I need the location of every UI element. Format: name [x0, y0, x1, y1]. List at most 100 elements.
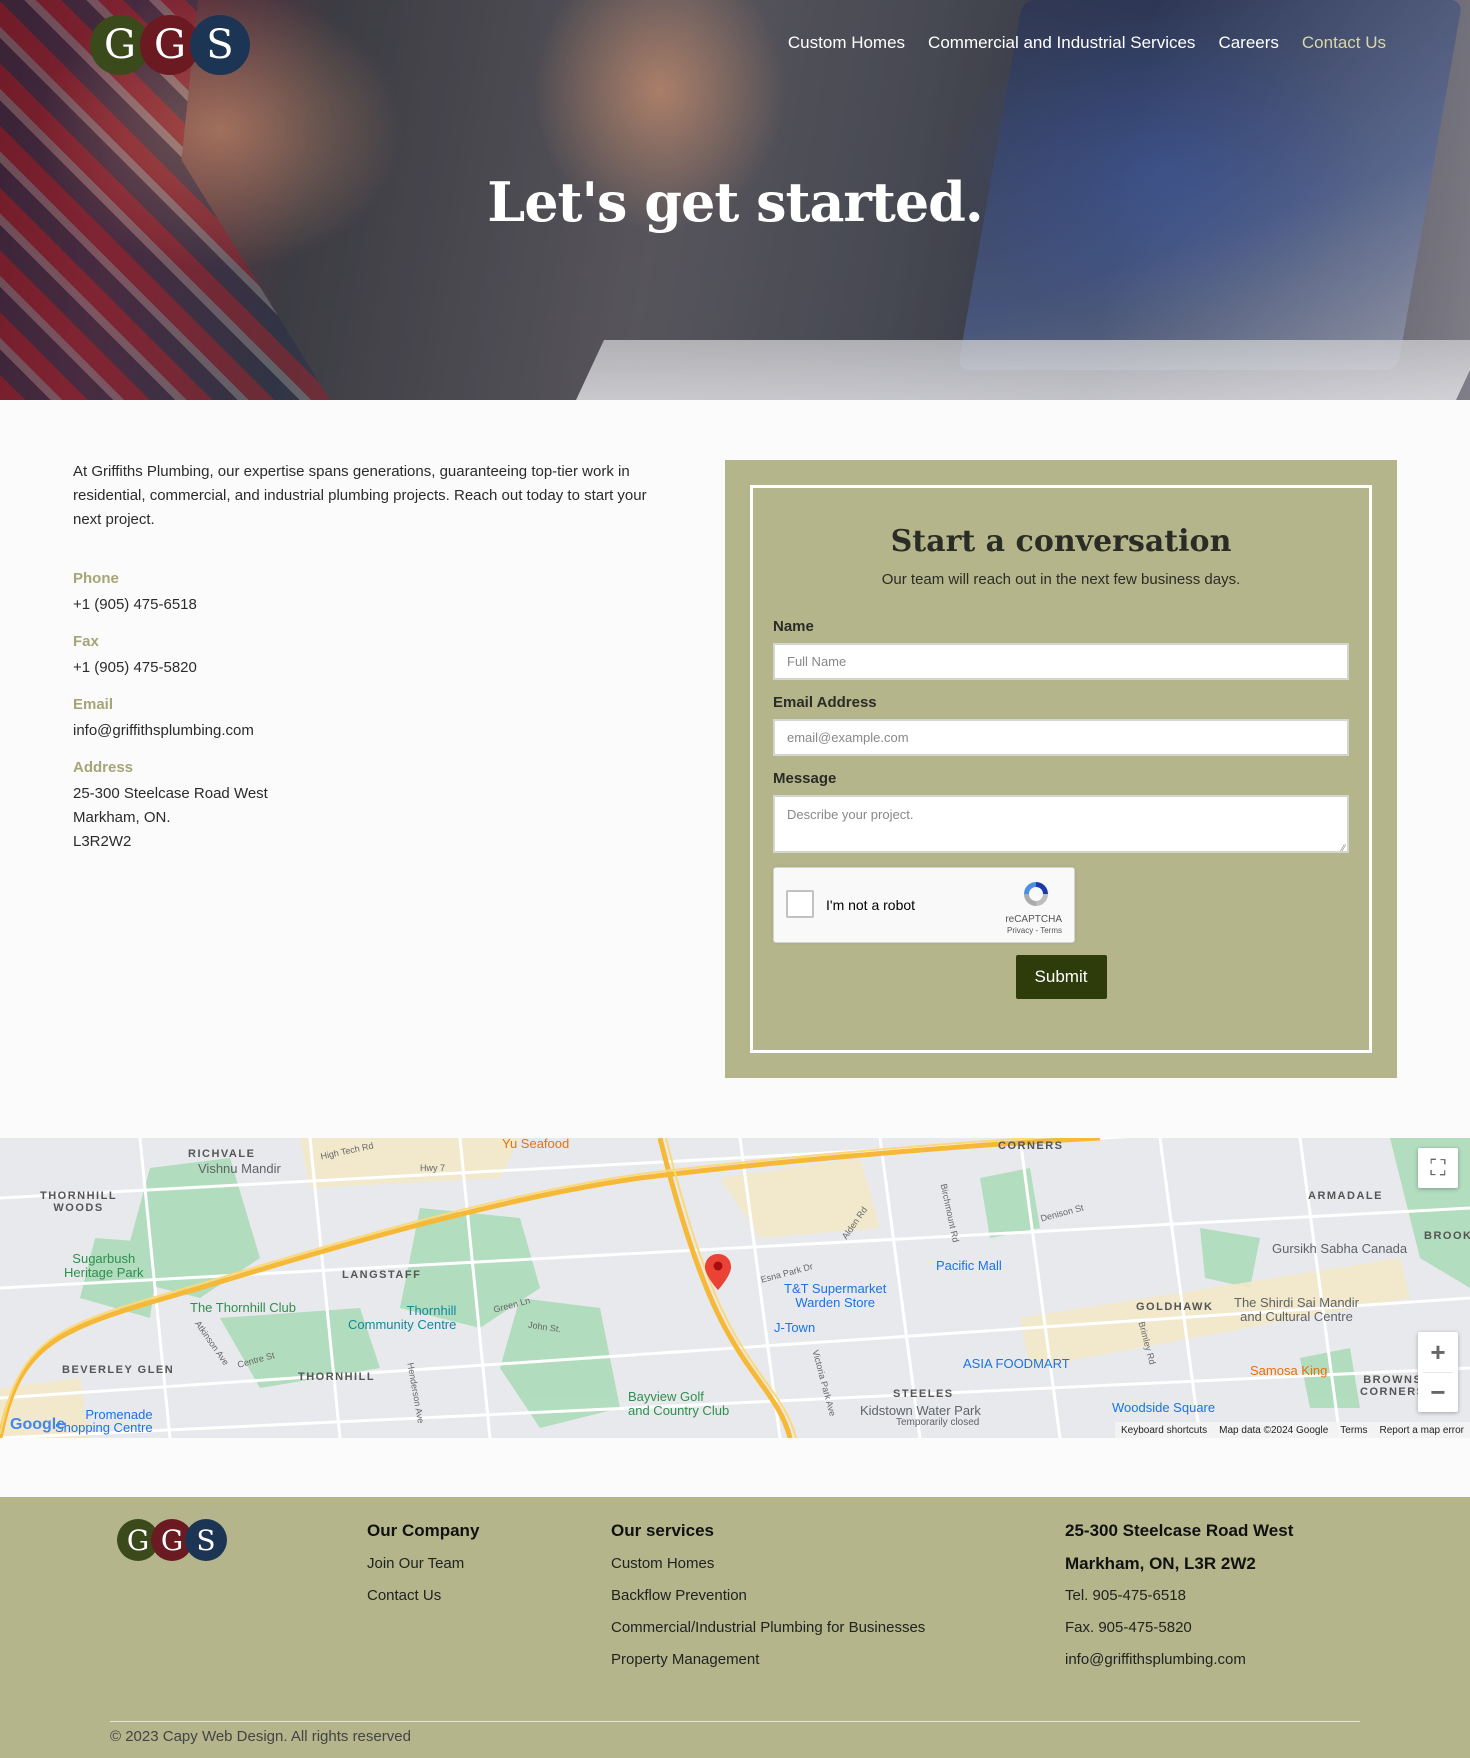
nav-careers[interactable]: Careers [1218, 33, 1278, 53]
map-label-goldhawk: GOLDHAWK [1136, 1301, 1214, 1313]
map-label-richvale: RICHVALE [188, 1148, 256, 1160]
form-subtitle: Our team will reach out in the next few … [881, 571, 1241, 588]
map-label-sugarbush[interactable]: Sugarbush Heritage Park [64, 1252, 143, 1280]
contact-section: At Griffiths Plumbing, our expertise spa… [0, 400, 1470, 1438]
map-road-hwy7: Hwy 7 [420, 1163, 446, 1173]
map-label-steeles: STEELES [893, 1388, 954, 1400]
footer-email[interactable]: info@griffithsplumbing.com [1065, 1651, 1293, 1668]
form-title: Start a conversation [890, 524, 1232, 559]
map-label-browns-corners: BROWNS CORNERS [1360, 1374, 1426, 1398]
logo-circle-s: S [190, 15, 250, 75]
message-label: Message [773, 770, 837, 787]
road [1158, 1138, 1202, 1438]
map-label-asia-foodmart[interactable]: ASIA FOODMART [963, 1356, 1070, 1371]
name-label: Name [773, 618, 814, 635]
recaptcha-privacy-terms[interactable]: Privacy - Terms [1007, 926, 1062, 935]
map-keyboard-shortcuts[interactable]: Keyboard shortcuts [1121, 1425, 1207, 1436]
fax-value: +1 (905) 475-5820 [73, 659, 197, 676]
map-attribution-bar: Keyboard shortcuts Map data ©2024 Google… [1114, 1422, 1470, 1438]
site-logo[interactable]: G G S [90, 15, 250, 75]
footer-tel[interactable]: Tel. 905-475-6518 [1065, 1587, 1293, 1604]
map-report-error-link[interactable]: Report a map error [1380, 1425, 1464, 1436]
park-area [1200, 1228, 1260, 1288]
hero-banner: G G S Custom Homes Commercial and Indust… [0, 0, 1470, 400]
recaptcha-widget: I'm not a robot reCAPTCHA Privacy - Term… [773, 867, 1075, 943]
intro-text: At Griffiths Plumbing, our expertise spa… [73, 463, 647, 528]
map-label-vishnu-mandir[interactable]: Vishnu Mandir [198, 1161, 281, 1176]
email-input[interactable]: email@example.com [773, 719, 1349, 756]
map-label-thornhill-community-centre[interactable]: Thornhill Community Centre [348, 1304, 456, 1332]
recaptcha-brand: reCAPTCHA [1005, 914, 1062, 925]
map-label-beverley-glen: BEVERLEY GLEN [62, 1364, 175, 1376]
map-label-shirdi-sai[interactable]: The Shirdi Sai Mandir and Cultural Centr… [1234, 1296, 1359, 1324]
footer-link-custom-homes[interactable]: Custom Homes [611, 1555, 925, 1572]
phone-label: Phone [73, 570, 119, 587]
map-label-promenade[interactable]: Promenade Shopping Centre [55, 1408, 153, 1434]
hero-title: Let's get started. [487, 170, 984, 234]
contact-form-panel: Start a conversation Our team will reach… [725, 460, 1397, 1078]
map-label-j-town[interactable]: J-Town [774, 1320, 815, 1335]
submit-button[interactable]: Submit [1015, 955, 1107, 999]
map-label-yu-seafood[interactable]: Yu Seafood [502, 1138, 569, 1151]
map-label-tt-supermarket[interactable]: T&T Supermarket Warden Store [784, 1282, 886, 1310]
email-address-label: Email Address [773, 694, 877, 711]
footer-address-line-1: 25-300 Steelcase Road West [1065, 1521, 1294, 1540]
footer-link-property-management[interactable]: Property Management [611, 1651, 925, 1668]
page: G G S Custom Homes Commercial and Indust… [0, 0, 1470, 1758]
map-label-thornhill-club[interactable]: The Thornhill Club [190, 1300, 296, 1315]
map-fullscreen-button[interactable]: ⛶ [1418, 1148, 1458, 1188]
footer-services-heading: Our services [611, 1521, 715, 1540]
footer-services-column: Our services Custom Homes Backflow Preve… [611, 1521, 925, 1683]
address-value: 25-300 Steelcase Road West Markham, ON. … [73, 782, 473, 854]
footer-divider [110, 1721, 1360, 1722]
map-zoom-in-button[interactable]: + [1430, 1332, 1445, 1372]
phone-value[interactable]: +1 (905) 475-6518 [73, 593, 473, 617]
google-logo[interactable]: Google [10, 1416, 65, 1434]
map-label-pacific-mall[interactable]: Pacific Mall [936, 1258, 1002, 1273]
nav-commercial-industrial[interactable]: Commercial and Industrial Services [928, 33, 1195, 53]
message-textarea[interactable]: Describe your project. [773, 795, 1349, 853]
map-zoom-out-button[interactable]: − [1423, 1372, 1453, 1412]
map-label-bayview-golf[interactable]: Bayview Golf and Country Club [628, 1390, 729, 1418]
map-label-kidstown[interactable]: Kidstown Water Park [860, 1403, 981, 1418]
contact-details: Phone +1 (905) 475-6518 Fax +1 (905) 475… [73, 570, 473, 870]
hero-image-laptop [576, 340, 1470, 400]
map-roads [0, 1138, 1470, 1438]
map-label-gursikh-sabha[interactable]: Gursikh Sabha Canada [1272, 1241, 1407, 1256]
address-line-2: Markham, ON. [73, 809, 171, 826]
footer-company-heading: Our Company [367, 1521, 480, 1540]
road [1018, 1138, 1062, 1438]
footer-link-commercial[interactable]: Commercial/Industrial Plumbing for Busin… [611, 1619, 925, 1636]
map-terms-link[interactable]: Terms [1340, 1425, 1367, 1436]
location-pin [705, 1254, 731, 1290]
address-line-1: 25-300 Steelcase Road West [73, 785, 268, 802]
map-data-credit: Map data ©2024 Google [1219, 1424, 1329, 1436]
nav-custom-homes[interactable]: Custom Homes [788, 33, 905, 53]
map-label-woodside-square[interactable]: Woodside Square [1112, 1400, 1215, 1415]
recaptcha-checkbox[interactable] [786, 890, 814, 918]
footer-logo[interactable]: G G S [117, 1519, 227, 1561]
footer-link-join-our-team[interactable]: Join Our Team [367, 1555, 479, 1572]
map-label-temporarily-closed: Temporarily closed [896, 1417, 980, 1428]
map-zoom-controls: + − [1418, 1332, 1458, 1412]
address-line-3: L3R2W2 [73, 833, 132, 850]
map-label-thornhill: THORNHILL [298, 1371, 376, 1383]
site-footer: G G S Our Company Join Our Team Contact … [0, 1497, 1470, 1758]
footer-link-backflow[interactable]: Backflow Prevention [611, 1587, 925, 1604]
footer-fax: Fax. 905-475-5820 [1065, 1619, 1192, 1636]
fax-label: Fax [73, 633, 99, 650]
nav-contact-us[interactable]: Contact Us [1302, 33, 1386, 53]
google-map[interactable]: RICHVALE Vishnu Mandir THORNHILL WOODS S… [0, 1138, 1470, 1438]
map-label-samosa-king[interactable]: Samosa King [1250, 1363, 1327, 1378]
recaptcha-label: I'm not a robot [826, 897, 916, 913]
map-label-armadale: ARMADALE [1308, 1190, 1383, 1202]
email-value[interactable]: info@griffithsplumbing.com [73, 719, 473, 743]
footer-contact-column: 25-300 Steelcase Road West Markham, ON, … [1065, 1521, 1293, 1683]
main-nav: Custom Homes Commercial and Industrial S… [788, 33, 1386, 53]
name-input[interactable]: Full Name [773, 643, 1349, 680]
contact-form: Start a conversation Our team will reach… [750, 485, 1372, 1053]
map-label-corners: CORNERS [998, 1140, 1064, 1152]
footer-link-contact-us[interactable]: Contact Us [367, 1587, 479, 1604]
logo-circle-s: S [185, 1519, 227, 1561]
map-label-thornhill-woods: THORNHILL WOODS [40, 1190, 118, 1214]
